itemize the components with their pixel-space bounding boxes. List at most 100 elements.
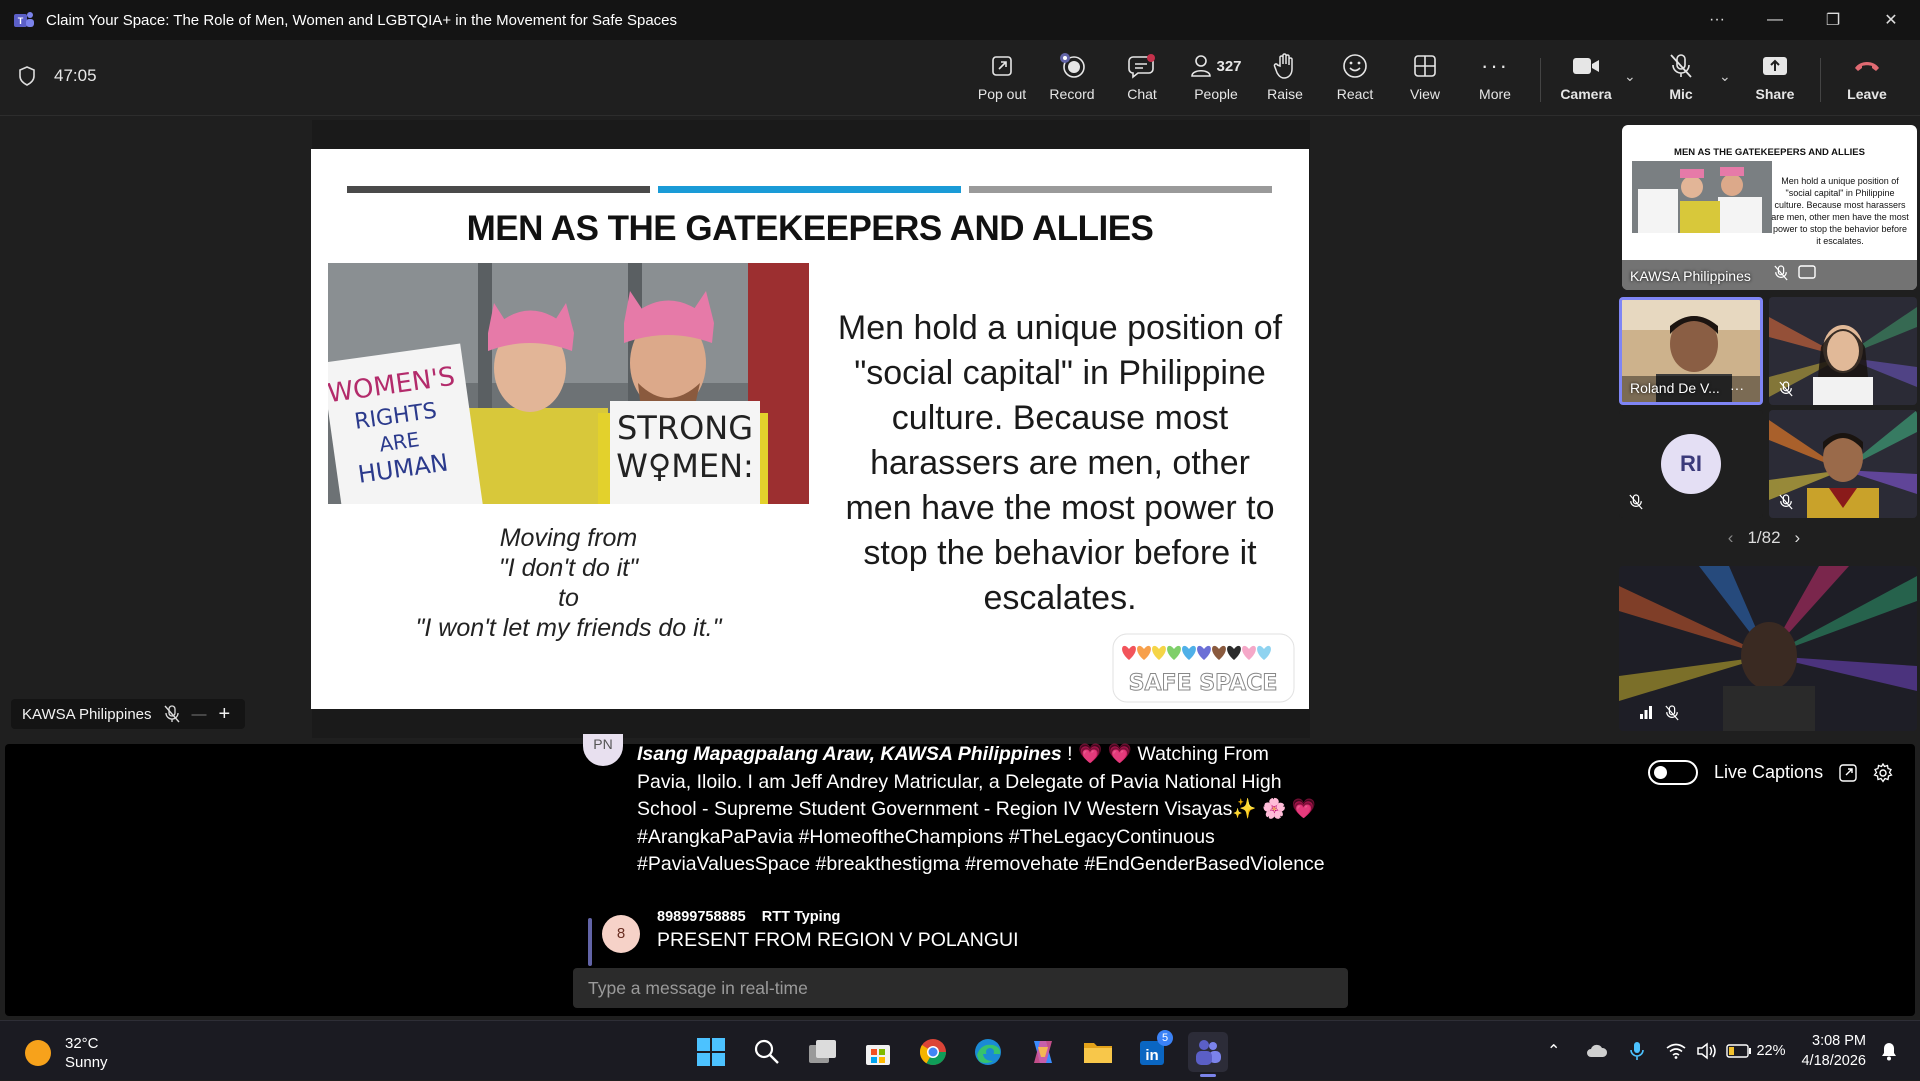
hang-up-icon: [1855, 62, 1879, 71]
weather-widget[interactable]: 32°C Sunny: [25, 1034, 108, 1072]
mic-button[interactable]: Mic: [1651, 50, 1711, 108]
window-title: Claim Your Space: The Role of Men, Women…: [46, 11, 678, 29]
smiley-icon: [1343, 54, 1367, 78]
raise-hand-button[interactable]: Raise: [1254, 50, 1316, 108]
react-button[interactable]: React: [1324, 50, 1386, 108]
rtt-meta: 89899758885 RTT Typing: [657, 909, 841, 925]
slide-quote: Moving from "I don't do it" to "I won't …: [415, 524, 722, 642]
task-view-button[interactable]: [803, 1032, 843, 1072]
folder-icon: [1084, 1043, 1112, 1063]
gear-icon[interactable]: [1873, 762, 1893, 783]
zoom-out-button[interactable]: —: [192, 706, 207, 723]
chrome-button[interactable]: [913, 1032, 953, 1072]
leave-button[interactable]: Leave: [1836, 50, 1898, 108]
volume-icon[interactable]: [1696, 1042, 1718, 1060]
avatar: RI: [1661, 434, 1721, 494]
restore-button[interactable]: ❐: [1804, 0, 1862, 40]
onedrive-icon[interactable]: [1586, 1043, 1608, 1059]
svg-text:STRONG: STRONG: [617, 409, 753, 447]
teams-icon: T: [14, 12, 34, 27]
chat-icon: [1128, 54, 1155, 79]
mic-off-icon: [1629, 494, 1643, 510]
rtt-message: PRESENT FROM REGION V POLANGUI: [657, 929, 1019, 951]
zoom-in-button[interactable]: +: [219, 703, 231, 726]
edge-button[interactable]: [968, 1032, 1008, 1072]
linkedin-button[interactable]: in 5: [1133, 1030, 1173, 1072]
slide-bar-gray: [969, 186, 1272, 193]
slide-photo: WOMEN'S RIGHTS ARE HUMAN STRONG W♀MEN:: [328, 263, 809, 504]
svg-text:T: T: [18, 16, 24, 26]
chat-button[interactable]: Chat: [1111, 50, 1173, 108]
record-button[interactable]: Record: [1041, 50, 1103, 108]
chevron-right-icon[interactable]: ›: [1795, 528, 1801, 548]
avatar: 8: [602, 915, 640, 953]
battery-icon[interactable]: [1726, 1044, 1752, 1058]
gallery-tile-participant-girl[interactable]: [1769, 297, 1917, 405]
gallery-pager: ‹ 1/82 ›: [1727, 528, 1801, 548]
camera-icon: [1573, 58, 1599, 74]
tile-name: KAWSA Philippines: [1630, 268, 1751, 284]
wifi-icon[interactable]: [1666, 1043, 1686, 1059]
chat-message: Isang Mapagpalang Araw, KAWSA Philippine…: [637, 743, 1325, 875]
gallery-tile-ri[interactable]: RI: [1619, 410, 1763, 518]
gallery-tile-presenter[interactable]: MEN AS THE GATEKEEPERS AND ALLIES Men ho…: [1622, 125, 1917, 290]
shield-icon: [19, 66, 35, 86]
popout-icon: [992, 56, 1012, 76]
clock[interactable]: 3:08 PM 4/18/2026: [1801, 1031, 1866, 1071]
mic-off-icon: [1670, 54, 1692, 78]
notification-badge: 5: [1157, 1030, 1173, 1046]
grid-icon: [1414, 55, 1436, 77]
tile-more-options-button[interactable]: ···: [1730, 380, 1744, 396]
search-button[interactable]: [747, 1032, 787, 1072]
view-button[interactable]: View: [1394, 50, 1456, 108]
task-view-icon: [809, 1040, 836, 1063]
chevron-up-icon[interactable]: ⌃: [1547, 1041, 1560, 1061]
live-captions-control: Live Captions: [1648, 760, 1893, 785]
share-icon: [1763, 57, 1787, 75]
sun-icon: [25, 1040, 51, 1066]
popout-button[interactable]: Pop out: [971, 50, 1033, 108]
more-options-button[interactable]: ···: [1688, 0, 1746, 40]
start-button[interactable]: [691, 1032, 731, 1072]
microsoft-store-button[interactable]: [858, 1032, 898, 1072]
battery-percent: 22%: [1756, 1043, 1786, 1059]
screen-share-icon: [1798, 265, 1816, 279]
record-icon: [1060, 53, 1085, 78]
camera-options-chevron-icon[interactable]: ⌄: [1624, 68, 1636, 85]
copilot-button[interactable]: [1023, 1032, 1063, 1072]
teams-icon: [1196, 1040, 1221, 1065]
rtt-indicator-bar: [588, 918, 592, 966]
camera-button[interactable]: Camera: [1556, 50, 1616, 108]
slide-bar-blue: [658, 186, 961, 193]
title-bar: T Claim Your Space: The Role of Men, Wom…: [0, 0, 1920, 40]
teams-taskbar-button[interactable]: [1188, 1032, 1228, 1077]
ellipsis-icon: ···: [1481, 53, 1509, 78]
gallery-tile-roland[interactable]: Roland De V... ···: [1619, 297, 1763, 405]
microphone-icon[interactable]: [1630, 1041, 1645, 1061]
mic-options-chevron-icon[interactable]: ⌄: [1719, 68, 1731, 85]
participant-video: [1619, 566, 1917, 731]
popout-icon[interactable]: [1839, 763, 1857, 782]
notifications-bell-icon[interactable]: [1880, 1041, 1898, 1061]
mic-off-icon: [1779, 494, 1793, 510]
more-button[interactable]: ··· More: [1464, 50, 1526, 108]
people-button[interactable]: 327 People: [1181, 50, 1251, 108]
close-button[interactable]: ✕: [1862, 0, 1920, 40]
hand-icon: [1273, 53, 1293, 79]
gallery-tile-participant-boy[interactable]: [1769, 410, 1917, 518]
store-icon: [866, 1045, 890, 1065]
safe-space-logo: SAFE SPACE: [1111, 632, 1296, 704]
minimize-button[interactable]: —: [1746, 0, 1804, 40]
taskbar: 32°C Sunny in 5 ⌃ 22% 3:08 PM 4/18/2026: [0, 1020, 1920, 1080]
gallery-tile-self-view[interactable]: [1619, 566, 1917, 731]
share-button[interactable]: Share: [1745, 50, 1805, 108]
slide-title: MEN AS THE GATEKEEPERS AND ALLIES: [466, 209, 1154, 248]
chevron-left-icon[interactable]: ‹: [1728, 528, 1734, 548]
svg-text:SAFE SPACE: SAFE SPACE: [1129, 671, 1278, 696]
people-count: 327: [1216, 57, 1242, 75]
rtt-message-input[interactable]: Type a message in real-time: [573, 968, 1348, 1008]
slide-body-text: Men hold a unique position of "social ca…: [837, 309, 1283, 617]
people-icon: [1191, 55, 1212, 77]
live-captions-toggle[interactable]: [1648, 760, 1698, 785]
file-explorer-button[interactable]: [1078, 1032, 1118, 1072]
